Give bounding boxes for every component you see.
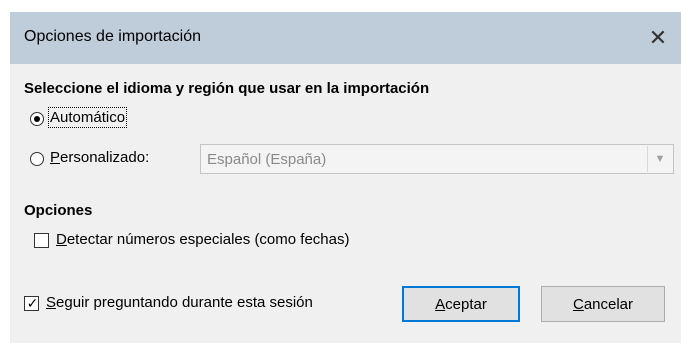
label-rest: eguir preguntando durante esta sesión	[56, 294, 313, 311]
label-rest: etectar números especiales (como fechas)	[66, 231, 350, 248]
radio-automatic[interactable]	[30, 112, 44, 126]
button-label-rest: ceptar	[445, 295, 487, 313]
checkmark-icon: ✓	[26, 295, 39, 311]
dialog-title: Opciones de importación	[24, 28, 201, 45]
accept-button[interactable]: Aceptar	[402, 286, 520, 322]
dialog-body: Seleccione el idioma y región que usar e…	[10, 64, 681, 343]
radio-custom-label[interactable]: Personalizado:	[50, 149, 149, 166]
label-rest: ersonalizado:	[60, 149, 150, 166]
cancel-button[interactable]: Cancelar	[541, 286, 665, 322]
accel-key: D	[56, 231, 67, 248]
button-label-rest: ancelar	[583, 295, 634, 313]
accel-key: P	[50, 149, 61, 166]
close-icon[interactable]: ✕	[635, 12, 681, 64]
radio-automatic-label[interactable]: Automático	[47, 107, 128, 128]
accel-key: C	[572, 295, 584, 313]
options-section-heading: Opciones	[24, 202, 93, 219]
chevron-down-icon[interactable]: ▼	[647, 146, 672, 172]
detect-numbers-checkbox[interactable]	[34, 233, 49, 248]
keep-asking-label[interactable]: Seguir preguntando durante esta sesión	[46, 294, 313, 311]
accel-key: S	[46, 294, 57, 311]
language-select[interactable]: Español (España) ▼	[200, 144, 674, 174]
radio-custom[interactable]	[30, 152, 44, 166]
keep-asking-checkbox[interactable]: ✓	[24, 295, 39, 311]
dialog-titlebar: Opciones de importación ✕	[10, 12, 681, 64]
accel-key: A	[435, 295, 446, 313]
radio-selected-dot	[34, 116, 40, 122]
language-select-value: Español (España)	[207, 151, 327, 168]
language-section-heading: Seleccione el idioma y región que usar e…	[24, 80, 430, 97]
detect-numbers-label[interactable]: Detectar números especiales (como fechas…	[56, 231, 349, 248]
